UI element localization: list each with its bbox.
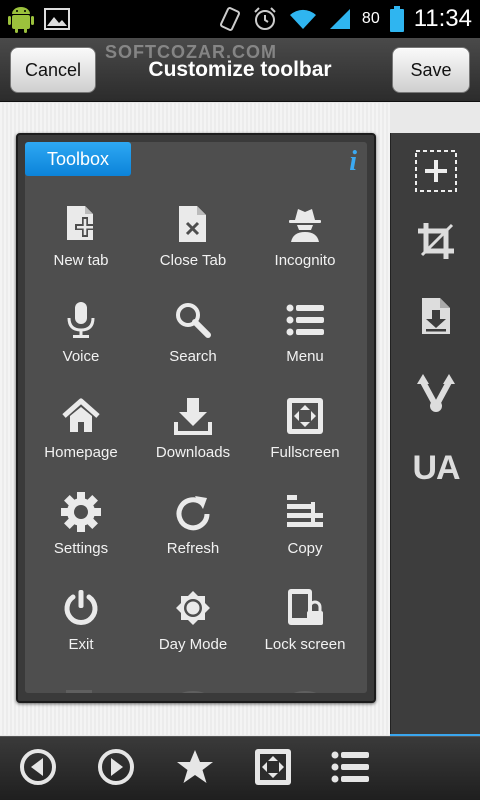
- tool-label: Voice: [62, 348, 100, 365]
- alarm-icon: [252, 6, 278, 32]
- branch-icon: [415, 372, 457, 419]
- tool-exit[interactable]: Exit: [25, 586, 137, 682]
- tool-label: Homepage: [44, 444, 118, 461]
- tool-fullscreen[interactable]: Fullscreen: [249, 394, 361, 490]
- incognito-icon: [283, 202, 327, 246]
- menu-button[interactable]: [320, 745, 380, 793]
- forward-button[interactable]: [86, 745, 146, 793]
- tool-settings[interactable]: Settings: [25, 490, 137, 586]
- star-icon: [176, 749, 214, 790]
- toolbox-inner: Toolbox i New tab Close Tab Incognito Vo…: [25, 142, 367, 693]
- clock: 11:34: [413, 5, 472, 32]
- tool-menu[interactable]: Menu: [249, 298, 361, 394]
- fullscreen-icon: [283, 394, 327, 438]
- user-agent-button[interactable]: UA: [391, 438, 480, 498]
- copy-icon: [283, 490, 327, 534]
- tool-label: Menu: [286, 348, 324, 365]
- tool-voice[interactable]: Voice: [25, 298, 137, 394]
- bottom-toolbar: [0, 736, 480, 800]
- toolbox-panel: Toolbox i New tab Close Tab Incognito Vo…: [16, 133, 376, 703]
- battery-icon: [389, 6, 404, 32]
- refresh-icon: [171, 490, 215, 534]
- tool-close-tab[interactable]: Close Tab: [137, 202, 249, 298]
- tool-lock-screen[interactable]: Lock screen: [249, 586, 361, 682]
- tool-day-mode[interactable]: Day Mode: [137, 586, 249, 682]
- tool-label: Copy: [287, 540, 323, 557]
- menu-list-icon: [283, 298, 327, 342]
- tool-label: New tab: [53, 252, 109, 269]
- close-tab-icon: [171, 202, 215, 246]
- tool-copy[interactable]: Copy: [249, 490, 361, 586]
- tool-refresh[interactable]: Refresh: [137, 490, 249, 586]
- add-slot-button[interactable]: [391, 143, 480, 203]
- crop-button[interactable]: [391, 213, 480, 273]
- toolbox-grid: New tab Close Tab Incognito Voice Search…: [25, 202, 367, 682]
- status-bar: 80 11:34: [0, 0, 480, 38]
- tool-label: Search: [169, 348, 217, 365]
- crop-icon: [416, 221, 456, 266]
- brightness-icon: [171, 586, 215, 630]
- ua-label: UA: [412, 448, 460, 487]
- tool-incognito[interactable]: Incognito: [249, 202, 361, 298]
- tool-homepage[interactable]: Homepage: [25, 394, 137, 490]
- branch-button[interactable]: [391, 365, 480, 425]
- action-bar: SOFTCOZAR.COM Cancel Customize toolbar S…: [0, 38, 480, 102]
- gallery-icon: [44, 8, 70, 30]
- toolbox-tab[interactable]: Toolbox: [25, 142, 131, 176]
- save-page-button[interactable]: [391, 288, 480, 348]
- tool-label: Day Mode: [158, 636, 228, 653]
- tool-label: Refresh: [166, 540, 220, 557]
- current-toolbar-strip: UA: [390, 133, 480, 736]
- menu-list-icon: [331, 750, 369, 789]
- battery-level: 80: [361, 10, 380, 27]
- tool-label: Fullscreen: [270, 444, 340, 461]
- wifi-icon: [288, 7, 318, 31]
- download-icon: [171, 394, 215, 438]
- gear-icon: [59, 490, 103, 534]
- tool-new-tab[interactable]: New tab: [25, 202, 137, 298]
- new-tab-icon: [59, 202, 103, 246]
- save-button[interactable]: Save: [392, 47, 470, 93]
- next-row-peek: [25, 683, 367, 693]
- android-icon: [8, 5, 34, 33]
- rotation-icon: [218, 6, 242, 32]
- info-icon[interactable]: i: [349, 146, 357, 178]
- save-page-icon: [418, 296, 454, 341]
- tool-downloads[interactable]: Downloads: [137, 394, 249, 490]
- back-icon: [19, 748, 57, 791]
- power-icon: [59, 586, 103, 630]
- add-slot-icon: [414, 149, 458, 198]
- tool-label: Settings: [53, 540, 109, 557]
- search-icon: [171, 298, 215, 342]
- home-icon: [59, 394, 103, 438]
- tool-label: Downloads: [155, 444, 231, 461]
- back-button[interactable]: [8, 745, 68, 793]
- tool-label: Exit: [68, 636, 94, 653]
- microphone-icon: [59, 298, 103, 342]
- tool-label: Incognito: [274, 252, 336, 269]
- forward-icon: [97, 748, 135, 791]
- fullscreen-button[interactable]: [243, 745, 303, 793]
- signal-icon: [328, 7, 352, 31]
- tool-search[interactable]: Search: [137, 298, 249, 394]
- tool-label: Close Tab: [159, 252, 227, 269]
- lock-screen-icon: [283, 586, 327, 630]
- bookmark-button[interactable]: [165, 745, 225, 793]
- tool-label: Lock screen: [264, 636, 346, 653]
- fullscreen-icon: [253, 747, 293, 792]
